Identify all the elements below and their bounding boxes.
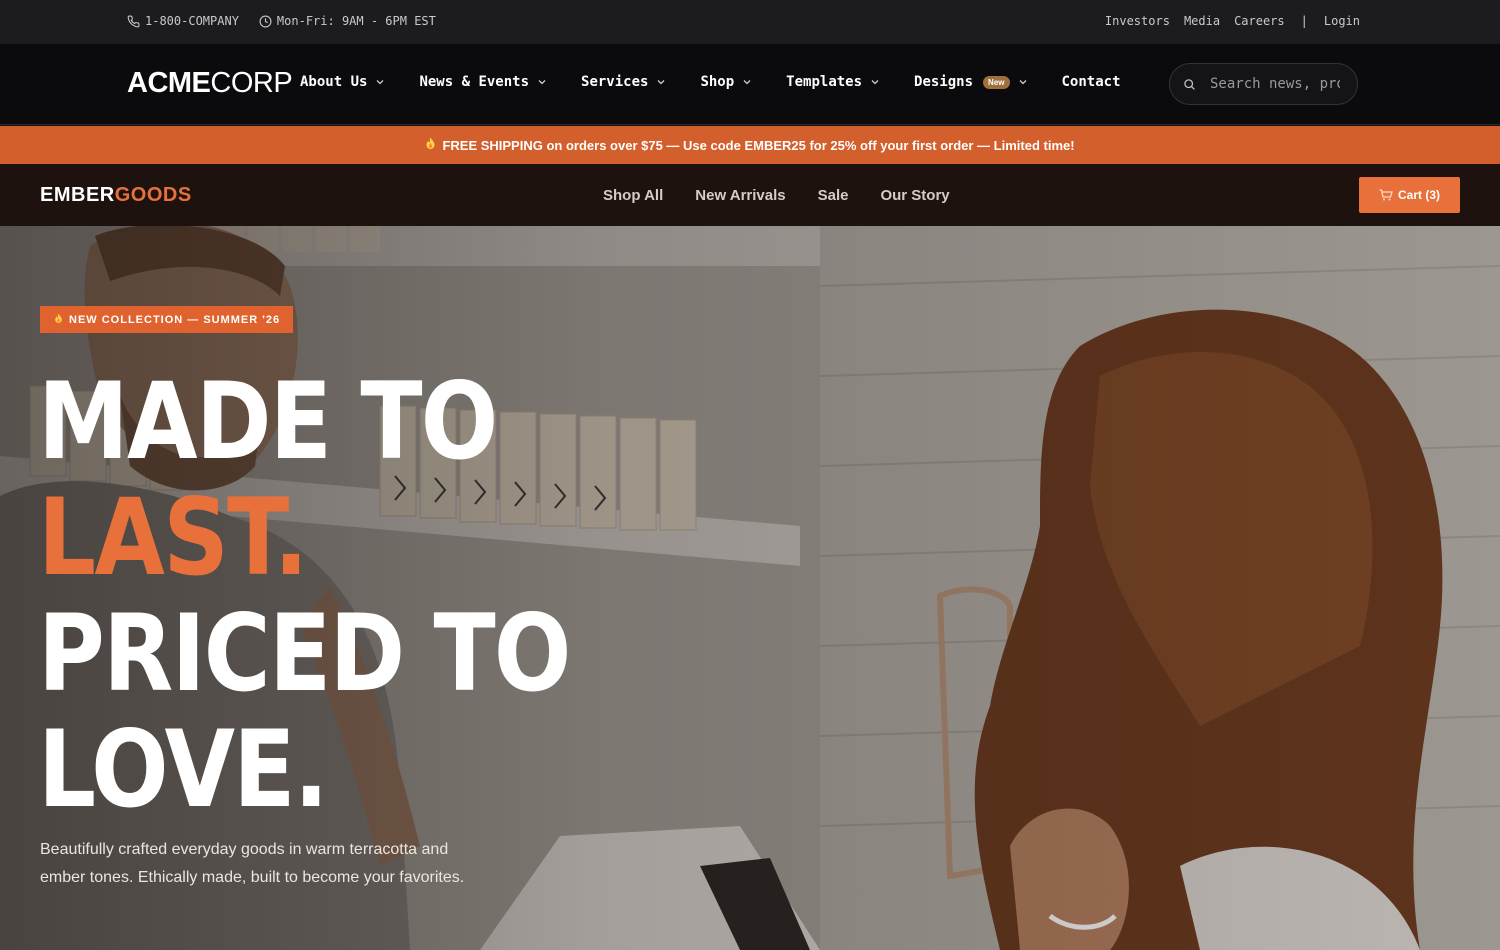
utility-contact: 1-800-COMPANY Mon-Fri: 9AM - 6PM EST: [127, 14, 456, 28]
search-icon: [1184, 78, 1195, 90]
collection-tag-label: NEW COLLECTION — SUMMER '26: [69, 313, 281, 326]
nav-item-templates[interactable]: Templates: [786, 74, 880, 90]
hero-section: NEW COLLECTION — SUMMER '26 MADE TO LAST…: [0, 226, 1500, 950]
utility-separator: |: [1300, 14, 1308, 28]
store-link-sale[interactable]: Sale: [818, 187, 849, 204]
nav-item-label: Contact: [1061, 74, 1121, 90]
phone-info: 1-800-COMPANY: [127, 14, 239, 28]
chevron-down-icon: [657, 80, 665, 85]
nav-item-label: Templates: [786, 74, 863, 90]
business-hours: Mon-Fri: 9AM - 6PM EST: [276, 14, 436, 28]
promo-text-2: for 25% off your first order — Limited t…: [805, 137, 1075, 153]
new-badge: New: [983, 75, 1010, 89]
link-investors[interactable]: Investors: [1105, 14, 1170, 28]
link-media[interactable]: Media: [1184, 14, 1220, 28]
cart-button[interactable]: Cart (3): [1359, 177, 1460, 213]
brand-bold: ACME: [127, 67, 211, 99]
search-box[interactable]: [1169, 63, 1358, 105]
nav-item-about-us[interactable]: About Us: [300, 74, 385, 90]
nav-item-news-events[interactable]: News & Events: [419, 74, 547, 90]
store-link-shop-all[interactable]: Shop All: [603, 187, 663, 204]
chevron-down-icon: [1019, 80, 1026, 85]
chevron-down-icon: [538, 80, 546, 85]
brand-logo[interactable]: ACMECORP: [127, 67, 293, 100]
utility-links: Investors Media Careers | Login: [1091, 14, 1360, 28]
headline-line-3: PRICED TO: [38, 592, 571, 715]
nav-item-designs[interactable]: Designs New: [914, 74, 1027, 90]
store-link-new-arrivals[interactable]: New Arrivals: [695, 187, 785, 204]
store-link-our-story[interactable]: Our Story: [880, 187, 949, 204]
store-logo-part2: GOODS: [114, 184, 192, 206]
nav-item-label: Designs: [914, 74, 974, 90]
collection-tag: NEW COLLECTION — SUMMER '26: [40, 306, 294, 333]
hero-headline: MADE TO LAST. PRICED TO LOVE.: [38, 360, 571, 831]
promo-banner: FREE SHIPPING on orders over $75 — Use c…: [0, 126, 1500, 164]
promo-strong-free-shipping: FREE SHIPPING: [442, 137, 543, 153]
fire-icon: [54, 313, 63, 327]
store-menu: Shop All New Arrivals Sale Our Story: [603, 187, 982, 204]
nav-item-label: Services: [581, 74, 649, 90]
nav-item-label: About Us: [300, 74, 368, 90]
phone-number: 1-800-COMPANY: [145, 14, 239, 28]
cart-label: Cart (3): [1397, 188, 1440, 202]
brand-light: CORP: [210, 67, 293, 99]
headline-line-2: LAST.: [38, 476, 308, 599]
store-nav: EMBERGOODS Shop All New Arrivals Sale Ou…: [0, 164, 1500, 226]
nav-item-label: Shop: [700, 74, 735, 90]
nav-item-contact[interactable]: Contact: [1062, 74, 1121, 90]
hero-description: Beautifully crafted everyday goods in wa…: [40, 841, 465, 886]
utility-bar: 1-800-COMPANY Mon-Fri: 9AM - 6PM EST Inv…: [0, 0, 1500, 44]
chevron-down-icon: [871, 80, 879, 85]
main-nav: ACMECORP About Us News & Events Services…: [0, 44, 1500, 125]
cart-icon: [1379, 189, 1393, 201]
promo-text-1: on orders over $75 — Use code: [542, 137, 745, 153]
promo-code: EMBER25: [744, 137, 806, 153]
phone-icon: [127, 15, 140, 27]
clock-icon: [259, 15, 272, 27]
link-careers[interactable]: Careers: [1234, 14, 1285, 28]
nav-menu: About Us News & Events Services Shop Tem…: [300, 74, 1121, 90]
store-logo-part1: EMBER: [40, 184, 115, 206]
hours-info: Mon-Fri: 9AM - 6PM EST: [259, 14, 436, 28]
nav-item-label: News & Events: [419, 74, 530, 90]
fire-icon: [425, 137, 436, 153]
login-link[interactable]: Login: [1324, 14, 1360, 28]
nav-item-shop[interactable]: Shop: [700, 74, 752, 90]
chevron-down-icon: [743, 80, 751, 85]
headline-line-1: MADE TO: [38, 360, 498, 483]
store-logo[interactable]: EMBERGOODS: [40, 184, 192, 207]
search-input[interactable]: [1210, 76, 1340, 92]
nav-item-services[interactable]: Services: [581, 74, 666, 90]
chevron-down-icon: [376, 80, 384, 85]
headline-line-4: LOVE.: [38, 708, 328, 831]
